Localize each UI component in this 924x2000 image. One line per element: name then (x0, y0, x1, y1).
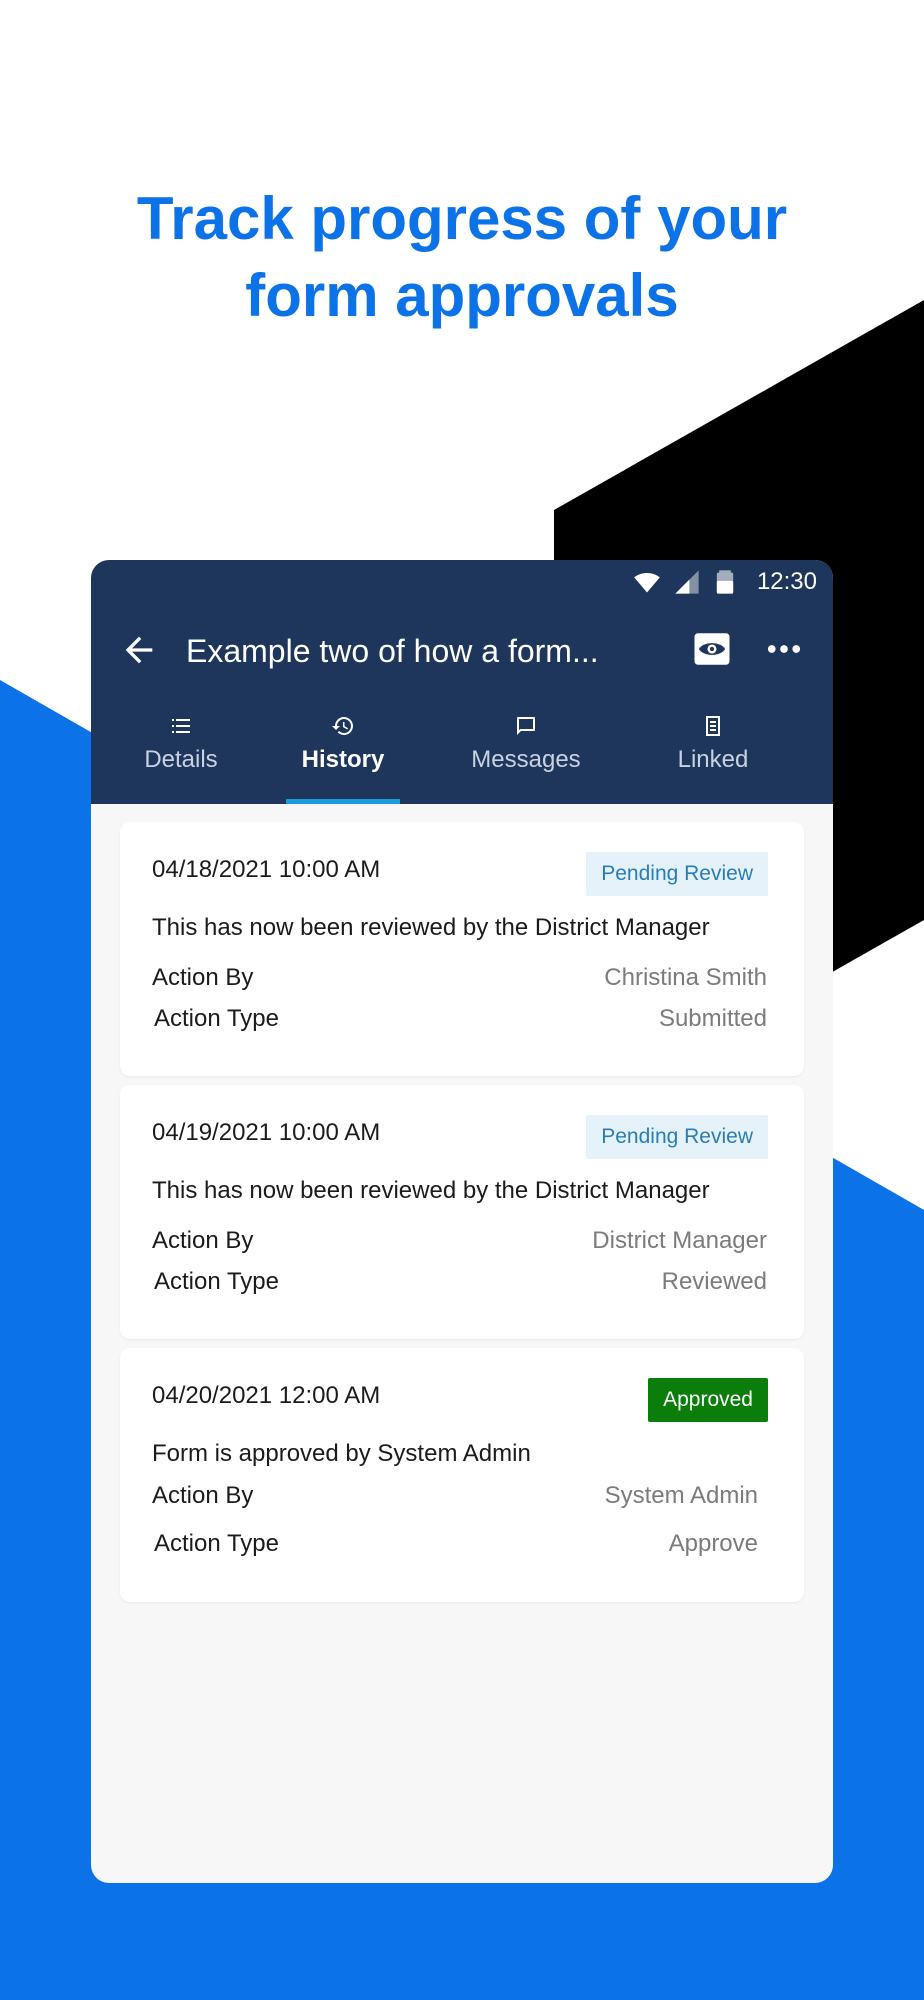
document-icon (706, 716, 720, 736)
more-options-icon[interactable] (763, 628, 805, 670)
action-by-label: Action By (152, 1482, 254, 1509)
tab-linked[interactable]: Linked (648, 710, 778, 804)
history-description: This has now been reviewed by the Distri… (152, 1177, 710, 1204)
action-by-label: Action By (152, 1227, 254, 1254)
tab-history[interactable]: History (286, 710, 400, 804)
headline: Track progress of your form approvals (0, 180, 924, 334)
history-card[interactable]: 04/18/2021 10:00 AM Pending Review This … (120, 822, 804, 1076)
action-by-value: System Admin (604, 1482, 758, 1509)
action-type-value: Approve (668, 1530, 758, 1557)
history-description: Form is approved by System Admin (152, 1440, 531, 1467)
status-badge: Pending Review (586, 1115, 768, 1159)
wifi-icon (634, 572, 660, 593)
history-card[interactable]: 04/19/2021 10:00 AM Pending Review This … (120, 1085, 804, 1339)
app-bar: 12:30 Example two of how a form... Detai… (91, 560, 833, 804)
history-date: 04/19/2021 10:00 AM (152, 1119, 381, 1146)
action-by-value: District Manager (592, 1227, 767, 1254)
action-by-label: Action By (152, 964, 254, 991)
history-description: This has now been reviewed by the Distri… (152, 914, 710, 941)
tab-label: Messages (471, 746, 581, 773)
toolbar: Example two of how a form... (91, 606, 833, 694)
tab-details[interactable]: Details (91, 710, 271, 804)
tab-messages[interactable]: Messages (436, 710, 616, 804)
form-title: Example two of how a form... (186, 633, 599, 669)
action-by-value: Christina Smith (604, 964, 767, 991)
list-icon (172, 719, 190, 733)
preview-eye-icon[interactable] (691, 628, 733, 670)
active-tab-indicator (286, 799, 400, 804)
tab-label: Linked (677, 746, 749, 773)
tab-bar: Details History Messages Linked (91, 710, 833, 804)
phone-screen: 12:30 Example two of how a form... Detai… (91, 560, 833, 1883)
message-icon (517, 717, 535, 735)
headline-line-2: form approvals (245, 262, 679, 329)
history-date: 04/20/2021 12:00 AM (152, 1382, 381, 1409)
action-type-label: Action Type (154, 1005, 279, 1032)
battery-icon (716, 570, 734, 594)
history-date: 04/18/2021 10:00 AM (152, 856, 381, 883)
action-type-value: Reviewed (661, 1268, 767, 1295)
action-type-label: Action Type (154, 1268, 279, 1295)
back-arrow-icon[interactable] (119, 630, 159, 670)
tab-label: Details (144, 746, 218, 773)
action-type-label: Action Type (154, 1530, 279, 1557)
tab-label: History (301, 746, 385, 773)
history-card[interactable]: 04/20/2021 12:00 AM Approved Form is app… (120, 1348, 804, 1602)
cell-signal-icon (675, 570, 699, 594)
status-badge: Approved (648, 1378, 768, 1422)
history-icon (332, 717, 353, 735)
status-badge: Pending Review (586, 852, 768, 896)
status-bar: 12:30 (91, 560, 833, 606)
action-type-value: Submitted (658, 1005, 767, 1032)
headline-line-1: Track progress of your (136, 185, 788, 252)
status-time: 12:30 (756, 568, 817, 595)
